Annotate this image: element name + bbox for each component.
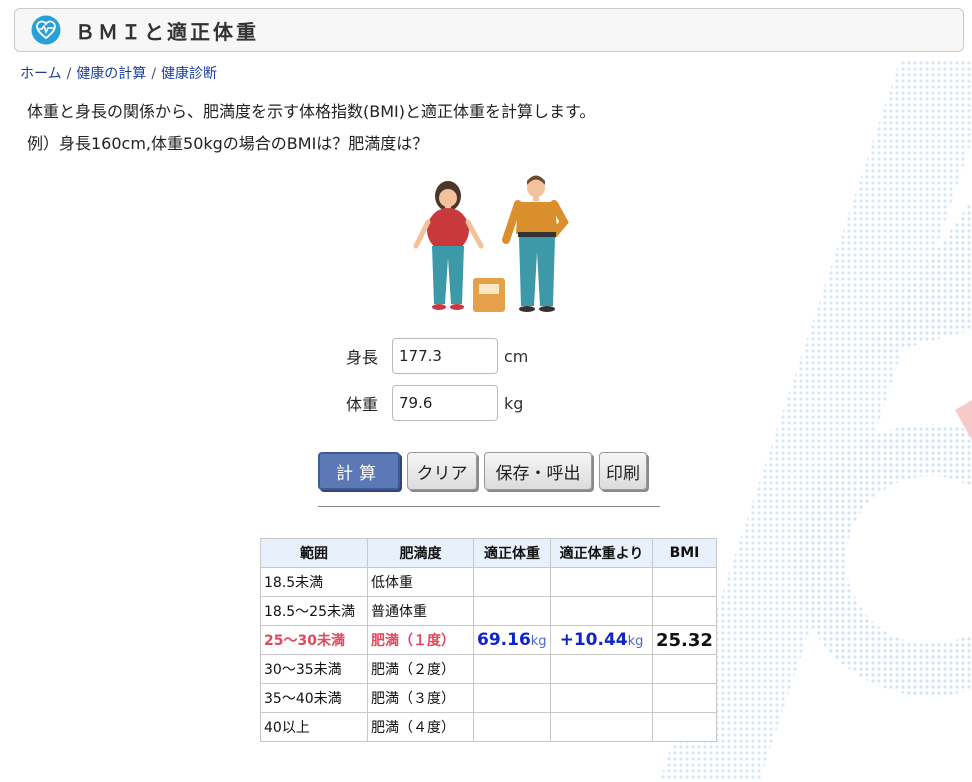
- height-unit: cm: [504, 346, 529, 366]
- weight-input[interactable]: [392, 385, 498, 421]
- bmi-cell: [652, 567, 717, 597]
- diff-unit: kg: [627, 634, 644, 649]
- diff-cell: [550, 683, 653, 713]
- print-button[interactable]: 印刷: [599, 452, 647, 490]
- people-scale-illustration: [413, 175, 569, 312]
- ideal-weight-cell: [473, 683, 551, 713]
- weight-row: 体重 kg: [346, 385, 523, 421]
- calculate-button[interactable]: 計算: [318, 452, 400, 490]
- header-bmi: BMI: [652, 538, 717, 568]
- breadcrumb: ホーム / 健康の計算 / 健康診断: [20, 63, 217, 83]
- table-row: 40以上 肥満（４度）: [260, 712, 717, 742]
- table-row-highlighted: 25～30未満 肥満（１度） 69.16kg +10.44kg 25.32: [260, 625, 717, 655]
- button-row: 計算 クリア 保存・呼出 印刷: [318, 452, 647, 490]
- clear-button[interactable]: クリア: [407, 452, 477, 490]
- range-cell: 35～40未満: [260, 683, 368, 713]
- table-header-row: 範囲 肥満度 適正体重 適正体重より BMI: [260, 538, 717, 568]
- level-cell: 低体重: [367, 567, 474, 597]
- ideal-weight-value: 69.16: [477, 630, 531, 650]
- breadcrumb-separator: /: [151, 66, 157, 82]
- header-obesity-level: 肥満度: [367, 538, 474, 568]
- ideal-weight-unit: kg: [530, 634, 547, 649]
- heart-pulse-icon: [31, 15, 61, 45]
- table-row: 18.5～25未満 普通体重: [260, 596, 717, 626]
- ideal-weight-cell: 69.16kg: [473, 625, 551, 655]
- range-cell: 18.5～25未満: [260, 596, 368, 626]
- level-cell: 肥満（１度）: [367, 625, 474, 655]
- description-line-1: 体重と身長の関係から、肥満度を示す体格指数(BMI)と適正体重を計算します。: [27, 102, 596, 121]
- bmi-cell: [652, 683, 717, 713]
- header-range: 範囲: [260, 538, 368, 568]
- breadcrumb-health-calc[interactable]: 健康の計算: [76, 66, 146, 82]
- title-bar: ＢＭＩと適正体重: [14, 8, 964, 52]
- divider: [318, 506, 660, 507]
- height-row: 身長 cm: [346, 338, 528, 374]
- height-input[interactable]: [392, 338, 498, 374]
- breadcrumb-health-check[interactable]: 健康診断: [161, 66, 217, 82]
- level-cell: 肥満（３度）: [367, 683, 474, 713]
- height-label: 身長: [346, 348, 379, 367]
- diff-value: +10.44: [559, 630, 628, 650]
- range-cell: 18.5未満: [260, 567, 368, 597]
- diff-cell: [550, 567, 653, 597]
- table-row: 18.5未満 低体重: [260, 567, 717, 597]
- table-row: 30～35未満 肥満（２度）: [260, 654, 717, 684]
- weight-unit: kg: [504, 393, 524, 413]
- weight-label: 体重: [346, 395, 379, 414]
- table-row: 35～40未満 肥満（３度）: [260, 683, 717, 713]
- header-diff-from-ideal: 適正体重より: [550, 538, 653, 568]
- level-cell: 肥満（２度）: [367, 654, 474, 684]
- bmi-cell: [652, 654, 717, 684]
- diff-cell: [550, 596, 653, 626]
- level-cell: 肥満（４度）: [367, 712, 474, 742]
- save-load-button[interactable]: 保存・呼出: [484, 452, 592, 490]
- range-cell: 25～30未満: [260, 625, 368, 655]
- bmi-value: 25.32: [652, 625, 717, 655]
- page-title: ＢＭＩと適正体重: [75, 19, 259, 44]
- breadcrumb-separator: /: [66, 66, 72, 82]
- ideal-weight-cell: [473, 567, 551, 597]
- ideal-weight-cell: [473, 596, 551, 626]
- range-cell: 40以上: [260, 712, 368, 742]
- ideal-weight-cell: [473, 712, 551, 742]
- bmi-cell: [652, 712, 717, 742]
- description-line-2: 例）身長160cm,体重50kgの場合のBMIは？肥満度は？: [27, 134, 429, 153]
- diff-cell: [550, 712, 653, 742]
- ideal-weight-cell: [473, 654, 551, 684]
- bmi-cell: [652, 596, 717, 626]
- breadcrumb-home[interactable]: ホーム: [20, 66, 62, 82]
- range-cell: 30～35未満: [260, 654, 368, 684]
- level-cell: 普通体重: [367, 596, 474, 626]
- result-table: 範囲 肥満度 適正体重 適正体重より BMI 18.5未満 低体重 18.5～2…: [260, 538, 717, 742]
- header-ideal-weight: 適正体重: [473, 538, 551, 568]
- diff-cell: [550, 654, 653, 684]
- diff-cell: +10.44kg: [550, 625, 653, 655]
